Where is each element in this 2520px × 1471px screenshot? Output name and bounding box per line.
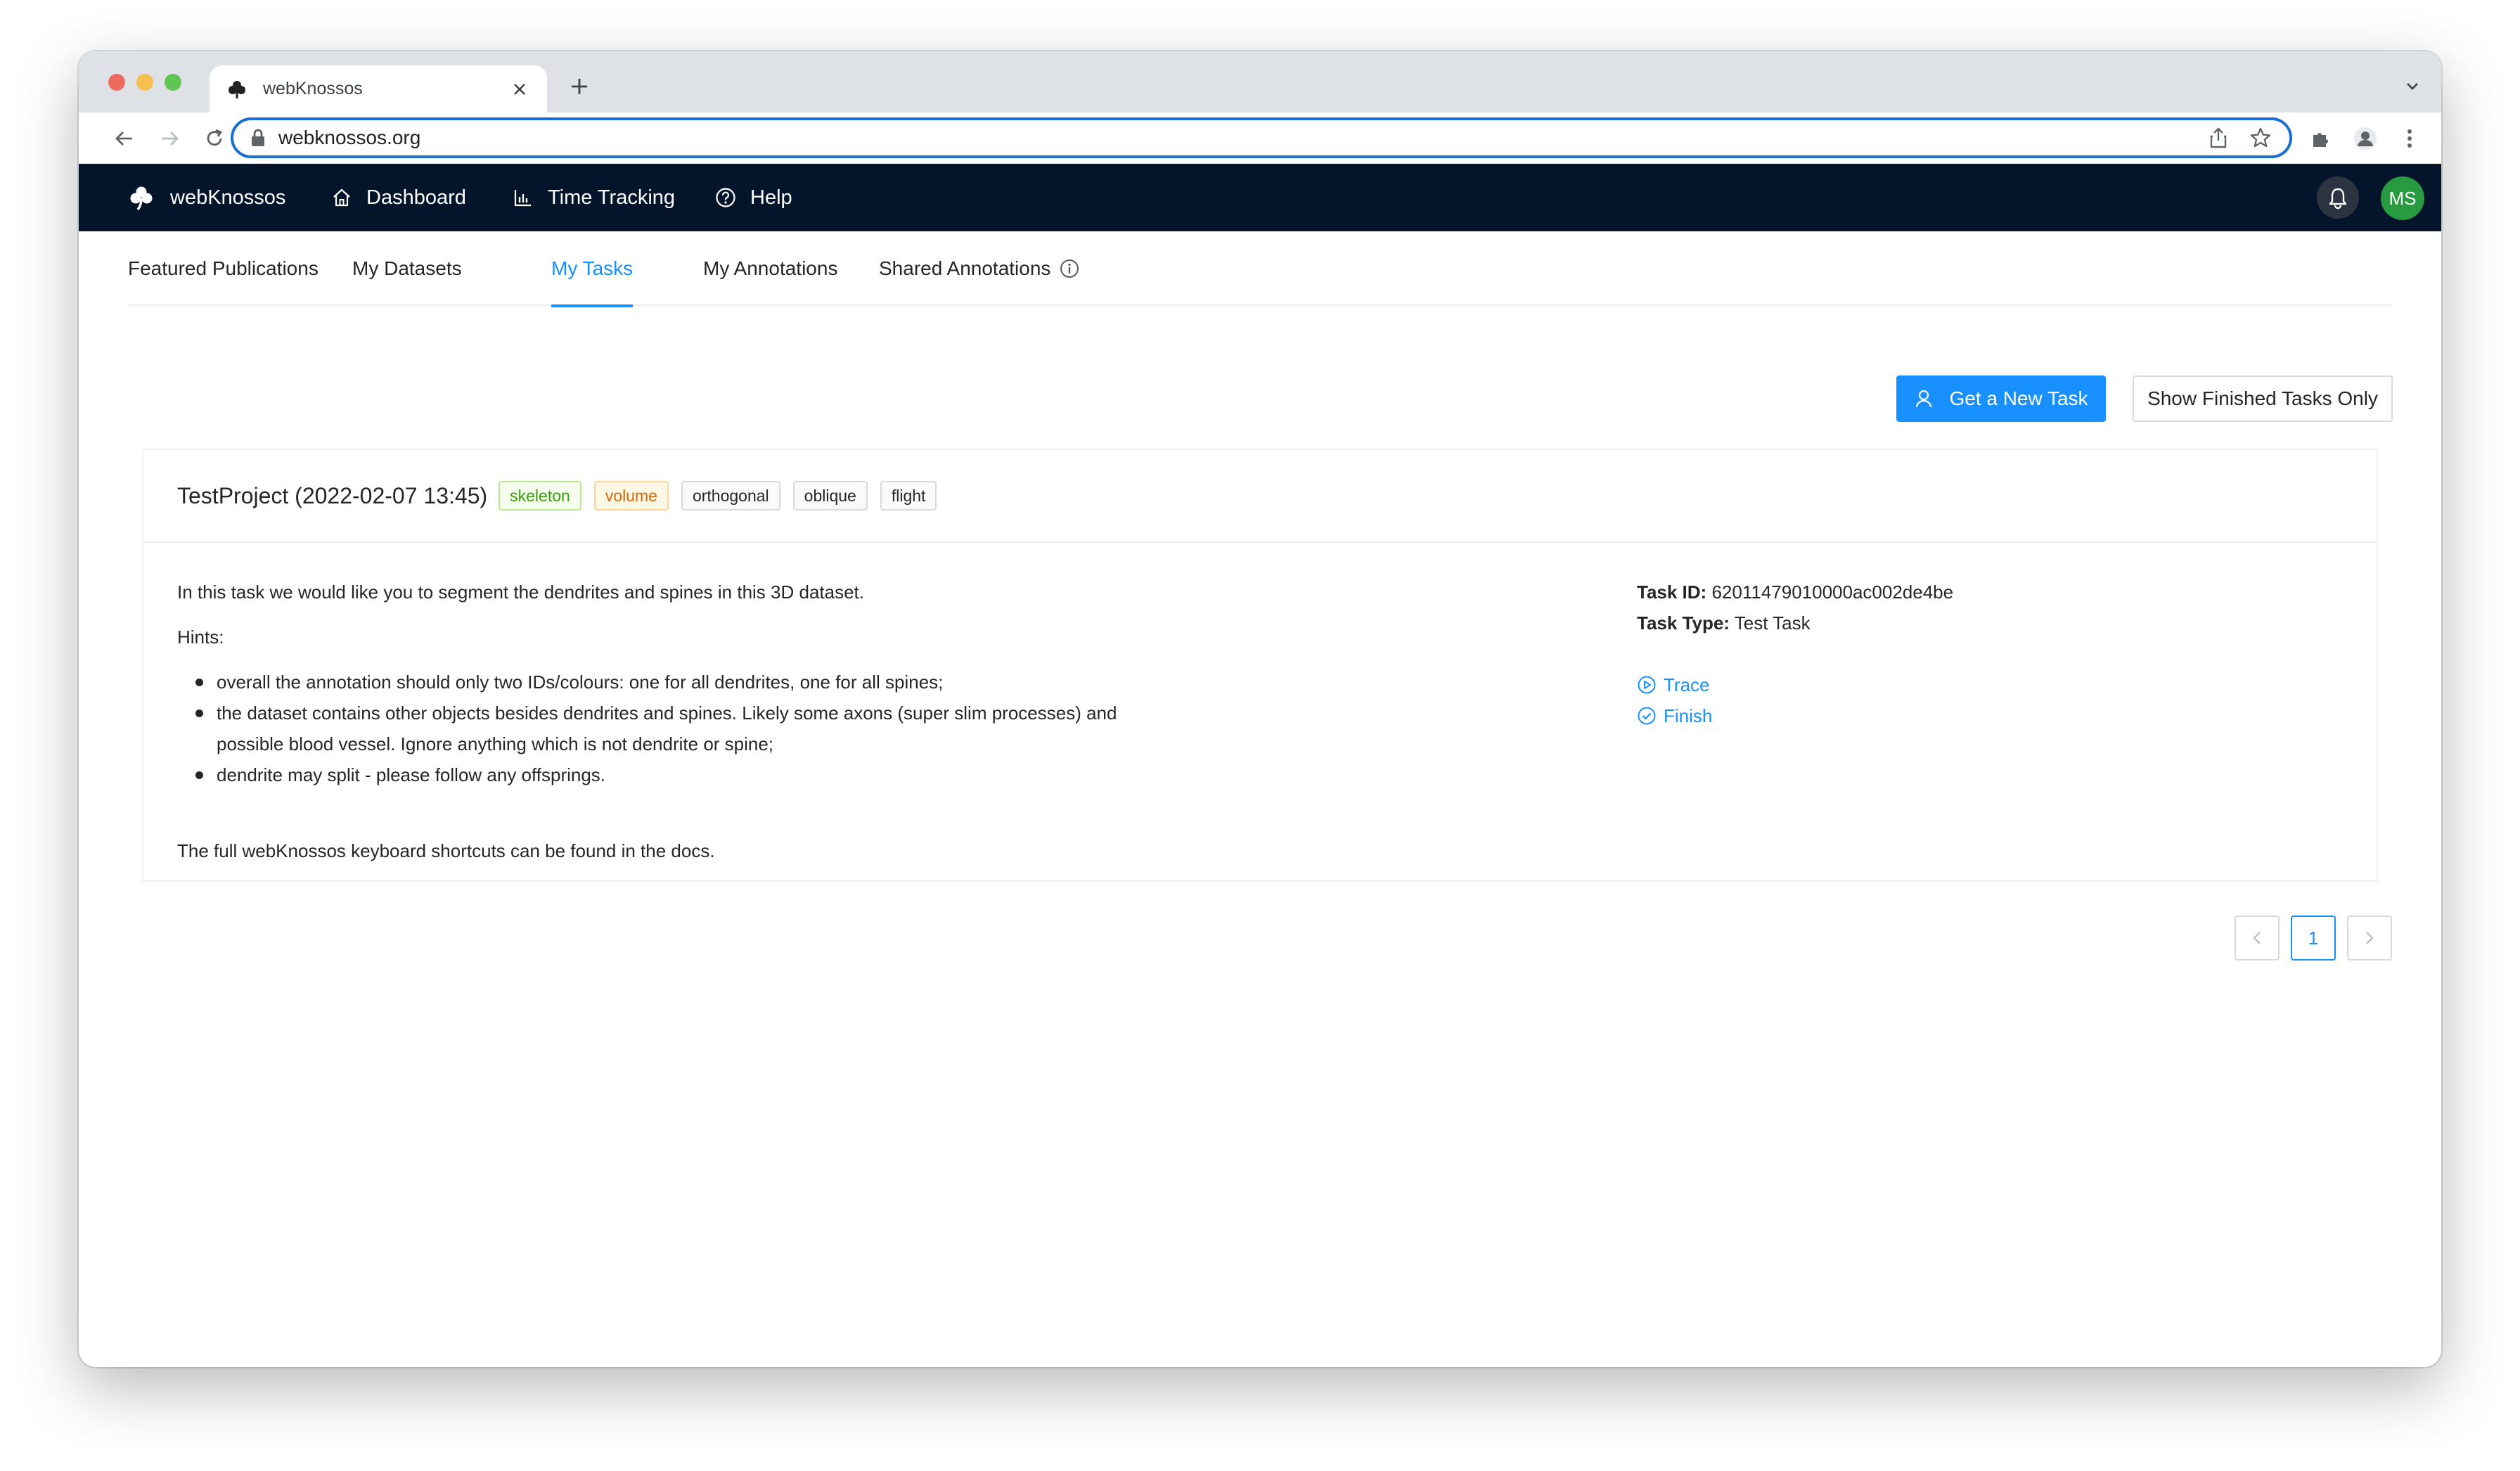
back-arrow-icon[interactable]	[111, 125, 138, 152]
list-item: overall the annotation should only two I…	[177, 667, 1162, 698]
tab-my-datasets[interactable]: My Datasets	[352, 231, 462, 306]
nav-time-tracking-label: Time Tracking	[548, 186, 676, 209]
tab-my-tasks-label: My Tasks	[551, 257, 634, 279]
info-circle-icon[interactable]	[1059, 258, 1080, 279]
close-tab-icon[interactable]	[509, 79, 530, 100]
task-card: TestProject (2022-02-07 13:45) skeleton …	[142, 449, 2378, 882]
trace-label: Trace	[1664, 674, 1710, 695]
task-card-header: TestProject (2022-02-07 13:45) skeleton …	[143, 450, 2377, 543]
webknossos-logo[interactable]: webKnossos	[128, 164, 285, 231]
tag-skeleton: skeleton	[499, 481, 581, 510]
task-actions: Trace Finish	[1637, 669, 1712, 731]
nav-dashboard-label: Dashboard	[366, 186, 466, 209]
task-meta: Task ID: 62011479010000ac002de4be Task T…	[1637, 577, 1953, 638]
task-id-label: Task ID:	[1637, 582, 1707, 603]
nav-dashboard[interactable]: Dashboard	[331, 164, 466, 231]
pagination-next-button[interactable]	[2347, 916, 2392, 961]
extensions-puzzle-icon[interactable]	[2308, 125, 2334, 152]
browser-menu-kebab-icon[interactable]	[2396, 125, 2423, 152]
browser-tabstrip: webKnossos	[79, 51, 2441, 113]
task-id-value: 62011479010000ac002de4be	[1711, 582, 1954, 603]
show-finished-tasks-button[interactable]: Show Finished Tasks Only	[2133, 375, 2393, 422]
profile-avatar-icon[interactable]	[2352, 125, 2379, 152]
tab-my-annotations[interactable]: My Annotations	[703, 231, 837, 306]
tab-search-chevron-icon[interactable]	[2402, 75, 2423, 96]
finish-label: Finish	[1664, 705, 1713, 726]
task-type-label: Task Type:	[1637, 612, 1730, 634]
share-icon[interactable]	[2206, 126, 2230, 150]
chevron-right-icon	[2363, 930, 2376, 946]
tag-flight: flight	[880, 481, 937, 510]
logo-text: webKnossos	[170, 186, 286, 209]
forward-arrow-icon[interactable]	[156, 125, 183, 152]
browser-tab-title: webKnossos	[263, 79, 363, 98]
tag-oblique: oblique	[792, 481, 868, 510]
question-circle-icon	[715, 187, 736, 208]
tab-shared-annotations-label: Shared Annotations	[879, 257, 1051, 279]
user-icon	[1914, 389, 1934, 409]
app-header: webKnossos Dashboard Time Tracking Help …	[79, 164, 2441, 231]
browser-window: webKnossos webknossos.org webKnossos Das…	[79, 51, 2441, 1367]
address-bar[interactable]: webknossos.org	[231, 117, 2292, 158]
tab-my-tasks[interactable]: My Tasks	[551, 231, 634, 307]
active-tab-indicator	[551, 304, 634, 307]
pagination-prev-button[interactable]	[2235, 916, 2280, 961]
bookmark-star-icon[interactable]	[2249, 126, 2272, 150]
tab-featured-publications[interactable]: Featured Publications	[128, 231, 319, 306]
browser-tab-active[interactable]: webKnossos	[210, 65, 547, 113]
bar-chart-icon	[513, 187, 534, 208]
close-window-button[interactable]	[108, 74, 125, 91]
hints-label: Hints:	[177, 627, 224, 648]
url-text: webknossos.org	[278, 127, 421, 148]
task-type-value: Test Task	[1734, 612, 1811, 634]
lock-icon	[250, 129, 266, 147]
list-item: the dataset contains other objects besid…	[177, 698, 1119, 759]
home-icon	[331, 187, 352, 208]
maximize-window-button[interactable]	[165, 74, 181, 91]
trace-link[interactable]: Trace	[1637, 669, 1712, 700]
get-new-task-label: Get a New Task	[1949, 387, 2088, 409]
notifications-bell-icon[interactable]	[2317, 176, 2359, 219]
dashboard-tabs: Featured Publications My Datasets My Tas…	[128, 231, 2393, 307]
clover-logo-icon	[128, 184, 155, 211]
check-circle-icon	[1637, 706, 1657, 726]
task-id-row: Task ID: 62011479010000ac002de4be	[1637, 577, 1953, 608]
reload-icon[interactable]	[201, 125, 228, 152]
nav-help-label: Help	[750, 186, 792, 209]
task-title: TestProject (2022-02-07 13:45)	[177, 482, 488, 508]
task-intro: In this task we would like you to segmen…	[177, 582, 864, 603]
task-footer-note: The full webKnossos keyboard shortcuts c…	[177, 840, 715, 861]
clover-favicon-icon	[226, 79, 248, 100]
list-item: dendrite may split - please follow any o…	[177, 759, 1162, 790]
new-tab-plus-icon[interactable]	[565, 72, 593, 101]
chevron-left-icon	[2251, 930, 2263, 946]
minimize-window-button[interactable]	[136, 74, 153, 91]
pagination-page-1[interactable]: 1	[2291, 916, 2336, 961]
nav-help[interactable]: Help	[715, 164, 792, 231]
user-avatar[interactable]: MS	[2381, 176, 2424, 220]
get-new-task-button[interactable]: Get a New Task	[1896, 375, 2106, 422]
play-circle-icon	[1637, 675, 1657, 695]
nav-time-tracking[interactable]: Time Tracking	[513, 164, 675, 231]
browser-toolbar: webknossos.org	[79, 113, 2441, 164]
tag-volume: volume	[593, 481, 669, 510]
finish-link[interactable]: Finish	[1637, 700, 1712, 731]
hints-list: overall the annotation should only two I…	[177, 667, 1162, 790]
tag-orthogonal: orthogonal	[681, 481, 780, 510]
tab-shared-annotations[interactable]: Shared Annotations	[879, 231, 1080, 306]
task-type-row: Task Type: Test Task	[1637, 608, 1953, 638]
